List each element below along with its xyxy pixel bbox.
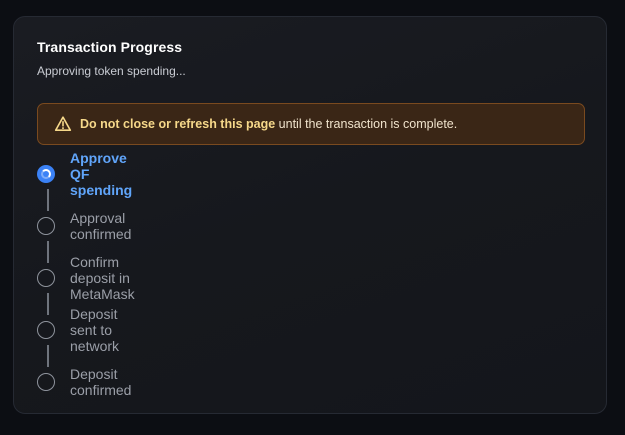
- step-label: Deposit sent to network: [70, 306, 120, 354]
- warning-bold-text: Do not close or refresh this page: [80, 117, 276, 131]
- step-label: Confirm deposit in MetaMask: [70, 254, 135, 302]
- step-deposit-sent: Deposit sent to network: [37, 306, 119, 354]
- warning-banner: Do not close or refresh this page until …: [37, 103, 585, 145]
- step-connector: [47, 293, 49, 315]
- step-connector: [47, 189, 49, 211]
- step-approval-confirmed: Approval confirmed: [37, 210, 131, 242]
- step-label: Approve QF spending: [70, 150, 133, 198]
- card-title: Transaction Progress: [37, 39, 183, 55]
- step-connector: [47, 345, 49, 367]
- step-confirm-deposit: Confirm deposit in MetaMask: [37, 254, 135, 302]
- step-label: Approval confirmed: [70, 210, 132, 242]
- warning-rest-text: until the transaction is complete.: [275, 117, 458, 131]
- step-spinner-icon: [37, 165, 55, 183]
- step-deposit-confirmed: Deposit confirmed: [37, 366, 131, 398]
- card-subtitle: Approving token spending...: [37, 64, 186, 78]
- warning-triangle-icon: [54, 115, 72, 133]
- step-pending-circle-icon: [37, 269, 55, 287]
- warning-text: Do not close or refresh this page until …: [80, 117, 457, 131]
- step-pending-circle-icon: [37, 373, 55, 391]
- step-label: Deposit confirmed: [70, 366, 132, 398]
- step-approve-spending: Approve QF spending: [37, 150, 132, 198]
- step-pending-circle-icon: [37, 321, 55, 339]
- step-connector: [47, 241, 49, 263]
- transaction-progress-card: Transaction Progress Approving token spe…: [13, 16, 607, 414]
- step-pending-circle-icon: [37, 217, 55, 235]
